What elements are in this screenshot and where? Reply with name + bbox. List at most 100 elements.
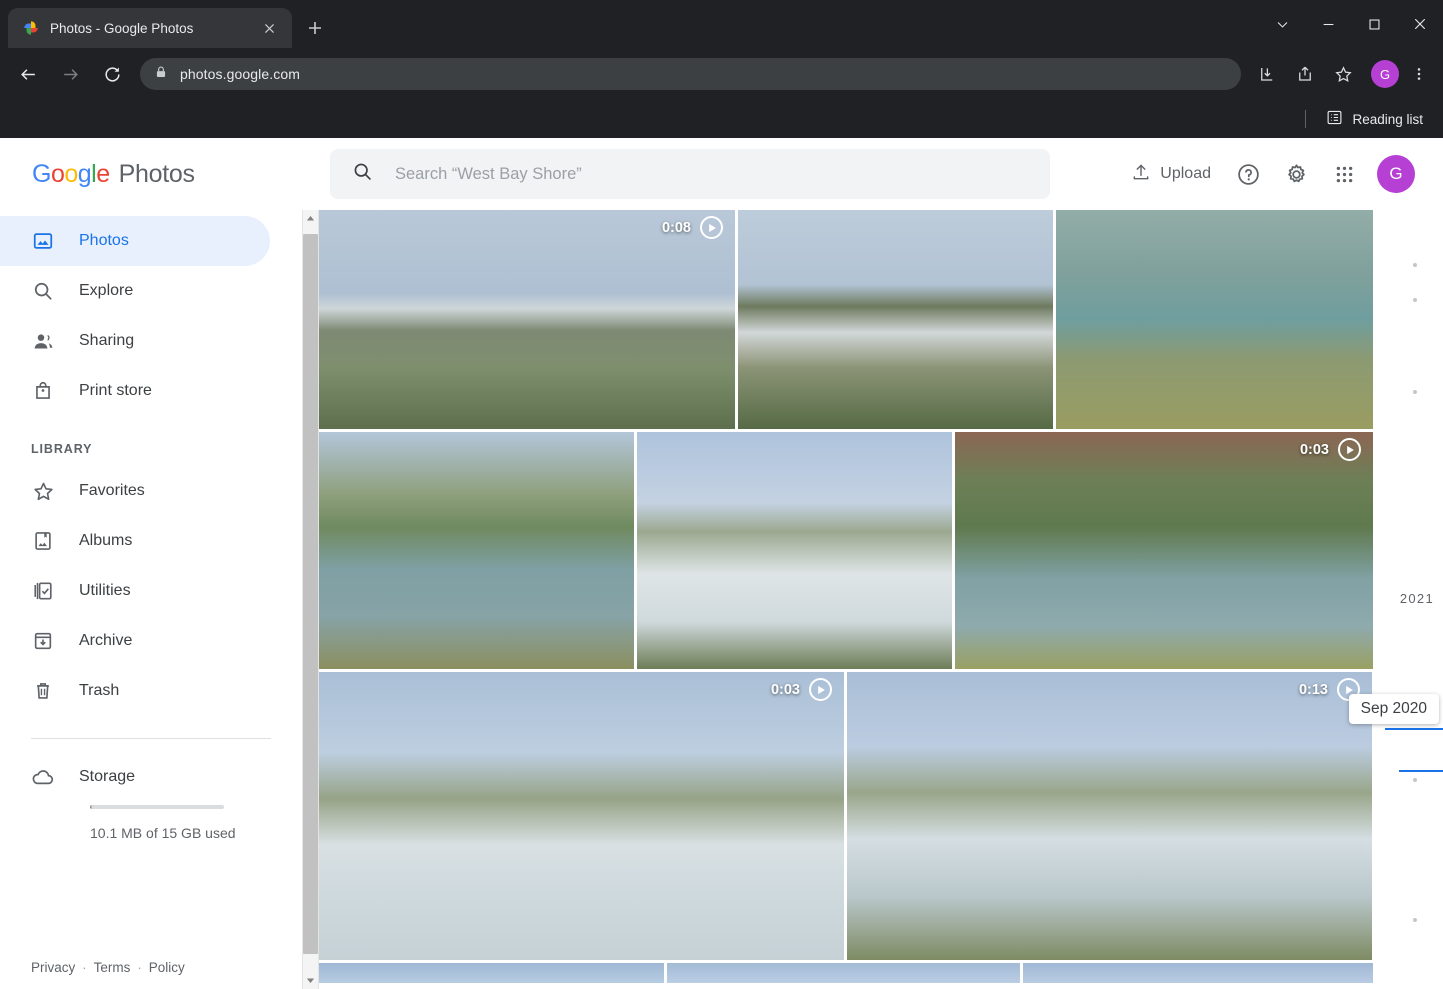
photo-thumbnail — [738, 210, 1053, 429]
sidebar-item-photos[interactable]: Photos — [0, 216, 270, 266]
profile-avatar[interactable]: G — [1371, 60, 1399, 88]
upload-button[interactable]: Upload — [1127, 156, 1215, 193]
scrollbar-thumb[interactable] — [303, 234, 318, 954]
privacy-link[interactable]: Privacy — [31, 960, 75, 975]
video-duration-text: 0:13 — [1298, 681, 1328, 698]
apps-grid-icon[interactable] — [1329, 159, 1359, 189]
gear-icon[interactable] — [1281, 159, 1311, 189]
timeline-dot-marker[interactable] — [1413, 918, 1417, 922]
star-icon — [31, 479, 55, 503]
photo-grid-row — [319, 963, 1443, 983]
photo-thumbnail — [319, 963, 664, 983]
sidebar-item-print-store[interactable]: Print store — [0, 366, 270, 416]
tab-strip: Photos - Google Photos — [0, 0, 1443, 48]
photo-thumbnail — [319, 432, 634, 669]
sidebar-item-label: Archive — [79, 632, 133, 649]
browser-tab[interactable]: Photos - Google Photos — [8, 8, 292, 48]
tab-search-chevron-icon[interactable] — [1259, 4, 1305, 44]
storage-used-text: 10.1 MB of 15 GB used — [90, 825, 236, 841]
terms-link[interactable]: Terms — [94, 960, 131, 975]
sidebar-item-label: Albums — [79, 532, 133, 549]
maximize-icon[interactable] — [1351, 4, 1397, 44]
kebab-menu-icon[interactable] — [1405, 58, 1433, 90]
sidebar-item-favorites[interactable]: Favorites — [0, 466, 270, 516]
google-photos-logo[interactable]: Google Photos — [0, 160, 330, 189]
sidebar-item-archive[interactable]: Archive — [0, 616, 270, 666]
back-arrow-icon[interactable] — [11, 57, 45, 91]
storage-section[interactable]: Storage — [0, 765, 302, 789]
niagara-rapids-walkway-photo[interactable] — [738, 210, 1053, 429]
horseshoe-falls-mist-photo[interactable] — [637, 432, 952, 669]
photo-thumbnail — [847, 672, 1372, 960]
bookmark-divider — [1305, 110, 1307, 128]
timeline-dot-marker[interactable] — [1413, 390, 1417, 394]
share-icon[interactable] — [1289, 58, 1321, 90]
photo-thumbnail — [1023, 963, 1373, 983]
scrollbar-track[interactable] — [302, 227, 319, 972]
sidebar-item-explore[interactable]: Explore — [0, 266, 270, 316]
sidebar-item-label: Utilities — [79, 582, 131, 599]
timeline-dot-marker[interactable] — [1413, 298, 1417, 302]
upload-icon — [1131, 162, 1151, 187]
address-bar[interactable]: photos.google.com — [140, 58, 1241, 90]
search-input[interactable]: Search “West Bay Shore” — [330, 149, 1050, 199]
window-close-icon[interactable] — [1397, 4, 1443, 44]
video-duration-badge: 0:08 — [662, 216, 723, 239]
album-icon — [31, 529, 55, 553]
forward-arrow-icon[interactable] — [53, 57, 87, 91]
footer-separator: · — [137, 960, 142, 975]
timeline-year-label[interactable]: 2021 — [1400, 591, 1434, 606]
timeline-date-tooltip: Sep 2020 — [1348, 694, 1439, 724]
rainbow-bridge-photo[interactable] — [1056, 210, 1373, 429]
reading-list-icon — [1326, 109, 1343, 129]
account-avatar[interactable]: G — [1377, 155, 1415, 193]
archive-box-icon — [31, 629, 55, 653]
partial-tile-sky-2[interactable] — [667, 963, 1020, 983]
partial-tile-sky-1[interactable] — [319, 963, 664, 983]
horseshoe-falls-skyline-video[interactable]: 0:03 — [319, 672, 844, 960]
scroll-up-arrow-icon[interactable] — [302, 210, 319, 227]
reading-list-button[interactable]: Reading list — [1320, 105, 1429, 133]
timeline-dot-marker[interactable] — [1413, 263, 1417, 267]
falls-rainbow-skyline-video[interactable]: 0:03 — [955, 432, 1373, 669]
timeline-dot-marker[interactable] — [1413, 778, 1417, 782]
storage-label: Storage — [79, 768, 136, 785]
reload-arrow-icon[interactable] — [95, 57, 129, 91]
photo-thumbnail — [667, 963, 1020, 983]
sidebar-item-utilities[interactable]: Utilities — [0, 566, 270, 616]
sidebar-item-sharing[interactable]: Sharing — [0, 316, 270, 366]
play-icon — [809, 678, 832, 701]
partial-tile-sky-3[interactable] — [1023, 963, 1373, 983]
page-scrollbar[interactable] — [302, 210, 319, 989]
photo-icon — [31, 229, 55, 253]
search-icon — [31, 279, 55, 303]
minimize-icon[interactable] — [1305, 4, 1351, 44]
falls-viewers-railing-video[interactable]: 0:13 — [847, 672, 1372, 960]
scroll-down-arrow-icon[interactable] — [302, 972, 319, 989]
sidebar: Photos Explore Sharing Print store LIBRA… — [0, 210, 302, 989]
niagara-rapids-railing-video[interactable]: 0:08 — [319, 210, 735, 429]
close-icon[interactable] — [256, 15, 282, 41]
sidebar-item-label: Sharing — [79, 332, 135, 349]
timeline-scrubber[interactable]: 20212020Sep 2020 — [1348, 210, 1443, 989]
video-duration-text: 0:03 — [1299, 441, 1329, 458]
photo-grid-row: 0:03 0:13 — [319, 672, 1443, 960]
shopping-bag-icon — [31, 379, 55, 403]
american-falls-rainbow-photo[interactable] — [319, 432, 634, 669]
sidebar-item-label: Print store — [79, 382, 152, 399]
google-photos-pinwheel-icon — [22, 19, 40, 37]
search-icon — [352, 161, 373, 187]
download-icon[interactable] — [1251, 58, 1283, 90]
help-circle-icon[interactable] — [1233, 159, 1263, 189]
policy-link[interactable]: Policy — [149, 960, 185, 975]
new-tab-button[interactable] — [302, 15, 328, 41]
sidebar-item-trash[interactable]: Trash — [0, 666, 270, 716]
google-photos-app: Google Photos Search “West Bay Shore” Up… — [0, 138, 1443, 989]
product-name: Photos — [118, 159, 195, 188]
timeline-position-line — [1399, 770, 1443, 772]
sidebar-item-albums[interactable]: Albums — [0, 516, 270, 566]
bookmark-bar: Reading list — [0, 100, 1443, 138]
bookmark-star-icon[interactable] — [1327, 58, 1359, 90]
photo-grid: 0:08 0:03 0:03 0:13 — [319, 210, 1443, 989]
primary-nav: Photos Explore Sharing Print store LIBRA… — [0, 210, 302, 716]
